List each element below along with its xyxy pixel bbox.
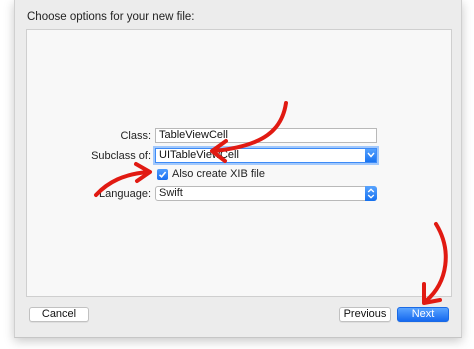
language-value: Swift	[159, 187, 183, 199]
previous-button[interactable]: Previous	[339, 307, 391, 322]
xib-checkbox-label[interactable]: Also create XIB file	[172, 168, 265, 180]
subclass-dropdown-button[interactable]	[365, 149, 376, 162]
subclass-label-container: Subclass of:	[27, 148, 151, 164]
checkmark-icon	[158, 171, 167, 178]
subclass-value: UITableViewCell	[159, 149, 239, 161]
class-label-container: Class:	[27, 128, 151, 144]
language-label-container: Language:	[27, 186, 151, 202]
language-label: Language:	[99, 188, 151, 200]
subclass-combo-box[interactable]: UITableViewCell	[155, 148, 377, 163]
class-label: Class:	[120, 130, 151, 142]
options-panel: Class: TableViewCell Subclass of: UITabl…	[26, 29, 452, 297]
dialog-title: Choose options for your new file:	[27, 11, 195, 23]
language-popup[interactable]: Swift	[155, 186, 377, 201]
language-popup-button[interactable]	[365, 186, 377, 201]
cancel-button[interactable]: Cancel	[29, 307, 89, 322]
up-down-chevron-icon	[367, 188, 375, 199]
subclass-label: Subclass of:	[91, 150, 151, 162]
next-button[interactable]: Next	[397, 307, 449, 322]
xib-checkbox[interactable]	[157, 169, 168, 180]
chevron-down-icon	[367, 152, 375, 158]
class-name-field[interactable]: TableViewCell	[155, 128, 377, 143]
new-file-options-dialog: Choose options for your new file: Class:…	[14, 0, 462, 338]
